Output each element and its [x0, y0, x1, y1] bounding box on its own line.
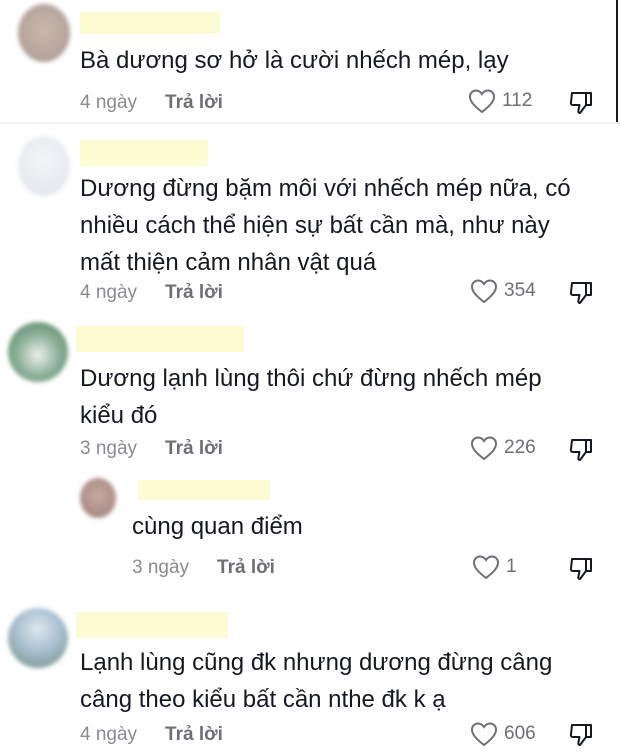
panel-edge-divider — [616, 0, 618, 122]
comment-text: cùng quan điểm — [132, 513, 303, 540]
reply-button[interactable]: Trả lời — [217, 557, 275, 579]
like-button[interactable]: 112 — [468, 88, 532, 114]
dislike-button[interactable] — [568, 722, 594, 748]
heart-outline-icon — [472, 555, 500, 580]
heart-outline-icon — [468, 89, 496, 114]
dislike-button[interactable] — [568, 556, 594, 582]
dislike-button[interactable] — [568, 437, 594, 463]
username-redacted[interactable] — [76, 326, 244, 352]
like-count: 112 — [502, 90, 533, 111]
comment-thread: Bà dương sơ hở là cười nhếch mép, lạy 4 … — [0, 0, 620, 755]
avatar[interactable] — [8, 322, 68, 382]
heart-outline-icon — [470, 436, 498, 461]
like-button[interactable]: 606 — [470, 721, 536, 747]
comment-age: 3 ngày — [80, 438, 138, 459]
thumbs-down-icon — [569, 92, 592, 114]
comment-age: 4 ngày — [80, 282, 138, 303]
avatar[interactable] — [80, 478, 116, 518]
reply-button[interactable]: Trả lời — [165, 724, 223, 746]
username-redacted[interactable] — [138, 480, 270, 500]
heart-outline-icon — [470, 722, 498, 747]
like-count: 606 — [504, 723, 536, 744]
like-count: 1 — [506, 556, 517, 577]
comment-meta: 3 ngày Trả lời — [80, 438, 223, 460]
dislike-button[interactable] — [568, 90, 594, 116]
thumbs-down-icon — [569, 724, 592, 746]
like-button[interactable]: 1 — [472, 554, 517, 580]
comment-meta: 4 ngày Trả lời — [80, 724, 223, 746]
username-redacted[interactable] — [80, 12, 220, 34]
reply-button[interactable]: Trả lời — [165, 438, 223, 460]
comment-text: Dương lạnh lùng thôi chứ đừng nhếch mép … — [80, 365, 542, 429]
like-count: 226 — [504, 437, 536, 458]
thumbs-down-icon — [569, 439, 592, 461]
comment-text: Bà dương sơ hở là cười nhếch mép, lạy — [80, 47, 509, 74]
username-redacted[interactable] — [76, 612, 228, 638]
like-button[interactable]: 354 — [470, 278, 536, 304]
avatar[interactable] — [8, 608, 68, 668]
thumbs-down-icon — [569, 558, 592, 580]
comment-meta: 4 ngày Trả lời — [80, 282, 223, 304]
thumbs-down-icon — [569, 282, 592, 304]
comment-age: 4 ngày — [80, 92, 138, 113]
username-redacted[interactable] — [80, 140, 208, 166]
comment-text: Lạnh lùng cũng đk nhưng dương đừng câng … — [80, 649, 553, 713]
comment-text: Dương đừng bặm môi với nhếch mép nữa, có… — [80, 175, 571, 276]
comment-meta: 4 ngày Trả lời — [80, 92, 223, 114]
avatar[interactable] — [18, 4, 70, 62]
like-button[interactable]: 226 — [470, 435, 536, 461]
avatar[interactable] — [18, 136, 70, 196]
reply-button[interactable]: Trả lời — [165, 282, 223, 304]
comment-age: 3 ngày — [132, 557, 190, 578]
reply-button[interactable]: Trả lời — [165, 92, 223, 114]
dislike-button[interactable] — [568, 280, 594, 306]
like-count: 354 — [504, 280, 536, 301]
comment-age: 4 ngày — [80, 724, 138, 745]
comment-meta: 3 ngày Trả lời — [132, 557, 275, 579]
heart-outline-icon — [470, 279, 498, 304]
